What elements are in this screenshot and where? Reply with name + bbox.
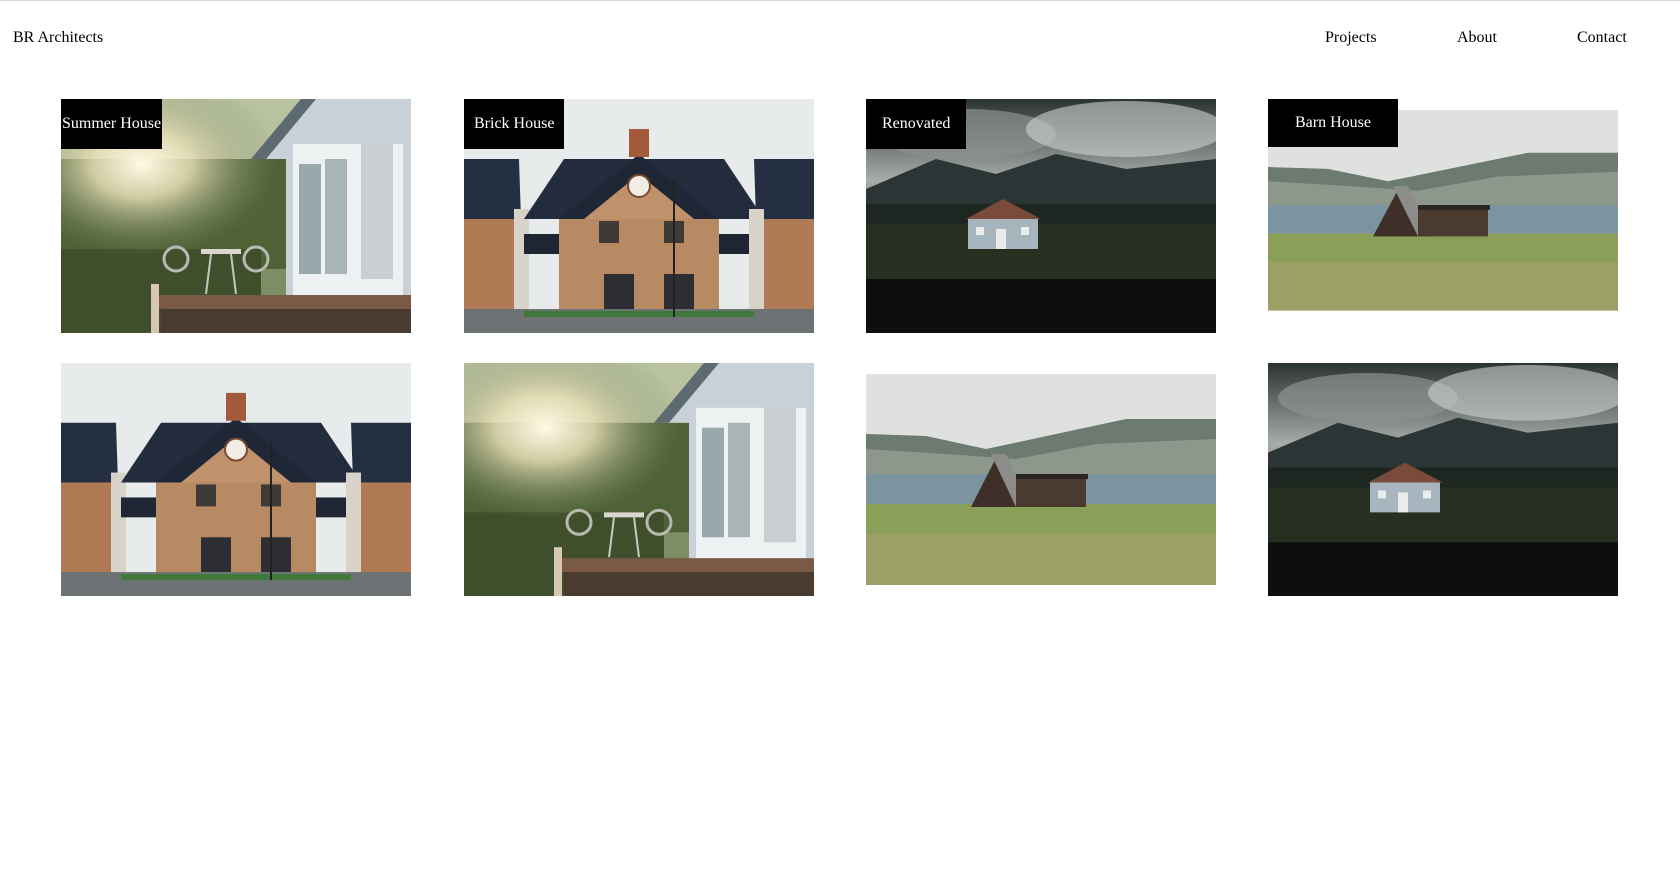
site-header: BR Architects Projects About Contact	[0, 0, 1680, 80]
nav-projects-link[interactable]: Projects	[1325, 28, 1377, 48]
project-card-renovated[interactable]: Renovated	[866, 99, 1216, 333]
summer-house-photo	[464, 363, 814, 596]
project-card-brick-house-2[interactable]	[61, 363, 411, 596]
project-label: Summer House	[61, 99, 162, 149]
project-card-brick-house[interactable]: Brick House	[464, 99, 814, 333]
project-card-summer-house-2[interactable]	[464, 363, 814, 596]
project-card-barn-house[interactable]: Barn House	[1268, 99, 1618, 321]
renovated-house-photo	[1268, 363, 1618, 596]
project-label: Barn House	[1268, 99, 1398, 147]
brick-house-photo	[61, 363, 411, 596]
project-label: Renovated	[866, 99, 966, 149]
project-card-renovated-2[interactable]	[1268, 363, 1618, 596]
nav-about-link[interactable]: About	[1457, 28, 1497, 48]
barn-house-photo	[866, 374, 1216, 585]
project-card-barn-house-2[interactable]	[866, 374, 1216, 585]
brand-logo-link[interactable]: BR Architects	[13, 28, 103, 48]
nav-contact-link[interactable]: Contact	[1577, 28, 1627, 48]
project-card-summer-house[interactable]: Summer House	[61, 99, 411, 333]
project-label: Brick House	[464, 99, 564, 149]
